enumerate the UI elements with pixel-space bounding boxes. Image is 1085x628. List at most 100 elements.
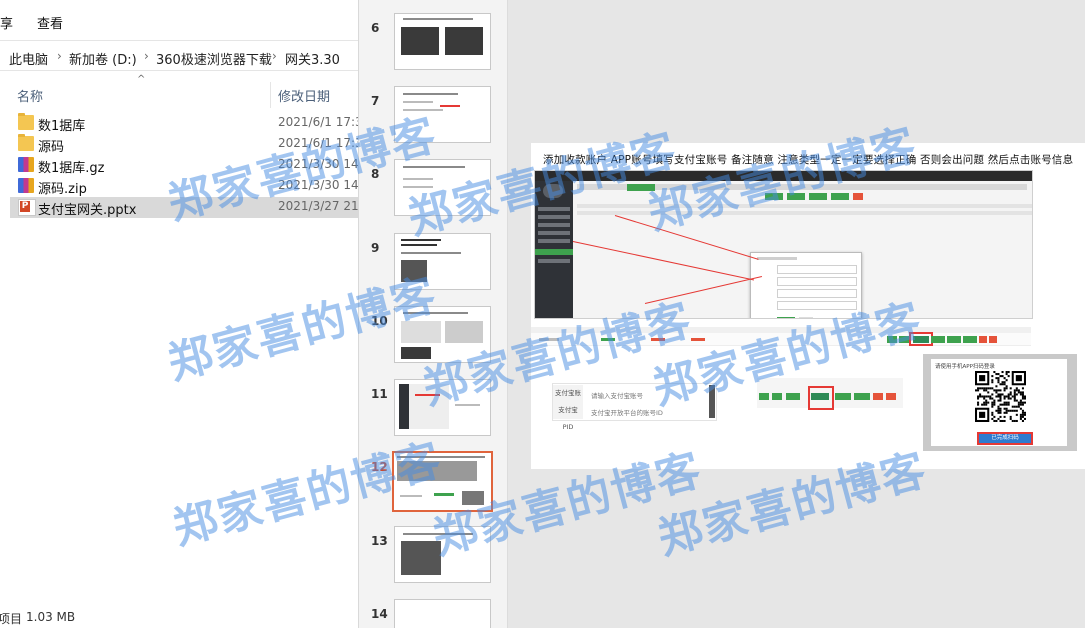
action-button [772, 393, 782, 400]
red-button [853, 193, 863, 200]
powerpoint-file-icon [18, 199, 36, 216]
breadcrumb-drive[interactable]: 新加卷 (D:) [69, 49, 137, 68]
menu-line [538, 207, 570, 211]
annotation-arrow [644, 276, 763, 304]
menu-line [538, 223, 570, 227]
file-row[interactable]: 数1据库.gz 2021/3/30 14: [10, 155, 358, 176]
thumb-text [403, 18, 473, 20]
slide-number: 7 [371, 94, 380, 108]
slide-number: 9 [371, 241, 380, 255]
admin-sidebar [535, 181, 573, 318]
slide-thumbnail[interactable] [394, 306, 491, 363]
dialog-input [777, 289, 857, 298]
dialog-input [777, 265, 857, 274]
file-explorer-pane: 享 查看 此电脑 › 新加卷 (D:) › 360极速浏览器下载 › 网关3.3… [0, 0, 359, 628]
slide-thumbnail[interactable] [394, 379, 491, 436]
column-name[interactable]: 名称 [17, 86, 43, 105]
file-row[interactable]: 源码.zip 2021/3/30 14: [10, 176, 358, 197]
qr-login-panel: 请使用手机APP扫码登录 已完成扫码 [923, 354, 1077, 451]
thumb-image [399, 384, 409, 429]
menu-active [535, 249, 573, 255]
file-date: 2021/3/27 21: [278, 199, 359, 213]
ribbon-tab-share[interactable]: 享 [0, 13, 13, 32]
thumb-text [401, 239, 441, 241]
thumb-text [403, 178, 433, 180]
status-size: 1.03 MB [26, 610, 76, 624]
green-button [809, 193, 827, 200]
slide-thumbnail[interactable] [394, 233, 491, 290]
scrollbar [709, 385, 715, 418]
file-row[interactable]: 源码 2021/6/1 17:3 [10, 134, 358, 155]
thumb-text [403, 166, 465, 168]
slide-thumbnail-active[interactable] [392, 451, 493, 512]
menu-line [538, 215, 570, 219]
file-row[interactable]: 数1据库 2021/6/1 17:3 [10, 113, 358, 134]
thumb-text [397, 456, 485, 458]
file-date: 2021/3/30 14: [278, 157, 359, 171]
thumb-text [455, 404, 480, 406]
slide-number: 14 [371, 607, 388, 621]
file-name: 数1据库 [38, 119, 86, 134]
slide-thumbnail[interactable] [394, 159, 491, 216]
slide-number-active: 12 [371, 460, 388, 474]
thumb-buttons [434, 493, 454, 496]
file-row-selected[interactable]: 支付宝网关.pptx 2021/3/27 21: [10, 197, 358, 218]
thumb-text [401, 244, 437, 246]
green-button [831, 193, 849, 200]
thumb-text [401, 252, 461, 254]
thumb-text [403, 93, 458, 95]
menu-line [538, 239, 570, 243]
slide-thumbnail[interactable] [394, 86, 491, 143]
file-date: 2021/6/1 17:3 [278, 115, 359, 129]
slide-thumbnail[interactable] [394, 13, 491, 70]
breadcrumb-current-folder[interactable]: 网关3.30 [285, 49, 340, 68]
column-divider[interactable] [270, 82, 271, 108]
thumb-image [401, 321, 441, 343]
thumb-image [462, 491, 484, 505]
thumb-arrow [415, 394, 440, 396]
form-placeholder: 支付宝开放平台的账号ID [591, 409, 663, 417]
menu-line [538, 259, 570, 263]
thumb-image [401, 260, 427, 282]
archive-icon [18, 157, 34, 172]
action-button [759, 393, 769, 400]
form-label: 支付宝PID [553, 402, 583, 431]
status-bar: 项目 1.03 MB [0, 606, 358, 628]
slide-canvas[interactable]: 添加收款账户 APP账号填写支付宝账号 备注随意 注意类型一定一定要选择正确 否… [531, 143, 1085, 469]
column-date[interactable]: 修改日期 [278, 86, 330, 105]
slide-thumbnail[interactable] [394, 526, 491, 583]
slide-thumbnail[interactable] [394, 599, 491, 628]
cell [601, 338, 615, 341]
row-action [899, 336, 909, 343]
action-button [835, 393, 851, 400]
slide-number: 6 [371, 21, 380, 35]
thumb-image [401, 347, 431, 359]
thumb-text [403, 101, 433, 103]
annotation-arrow [614, 215, 759, 260]
slide-number: 13 [371, 534, 388, 548]
form-placeholder: 请输入支付宝账号 [591, 392, 643, 400]
menu-line [538, 231, 570, 235]
address-bar[interactable]: 此电脑 › 新加卷 (D:) › 360极速浏览器下载 › 网关3.30 [0, 44, 358, 71]
breadcrumb-this-pc[interactable]: 此电脑 [9, 49, 48, 68]
thumb-image [401, 27, 439, 55]
action-button [854, 393, 870, 400]
row-action [963, 336, 977, 343]
slide-caption: 添加收款账户 APP账号填写支付宝账号 备注随意 注意类型一定一定要选择正确 否… [543, 154, 1074, 166]
table-row [577, 204, 1032, 208]
qr-confirm-button: 已完成扫码 [977, 432, 1033, 445]
row-action [989, 336, 997, 343]
thumb-text [403, 312, 468, 314]
dialog-confirm [777, 317, 795, 318]
admin-screenshot [534, 170, 1033, 319]
slide-thumbnail-pane[interactable]: 6 7 8 9 10 11 12 13 14 [359, 0, 508, 628]
ribbon-tab-view[interactable]: 查看 [37, 13, 63, 32]
ribbon: 享 查看 [0, 0, 358, 41]
highlight-box [808, 386, 834, 410]
breadcrumb-downloads[interactable]: 360极速浏览器下载 [156, 49, 272, 68]
action-button [886, 393, 896, 400]
thumb-text [403, 186, 433, 188]
thumb-image [409, 384, 449, 429]
thumb-image [397, 461, 477, 481]
row-action [887, 336, 897, 343]
